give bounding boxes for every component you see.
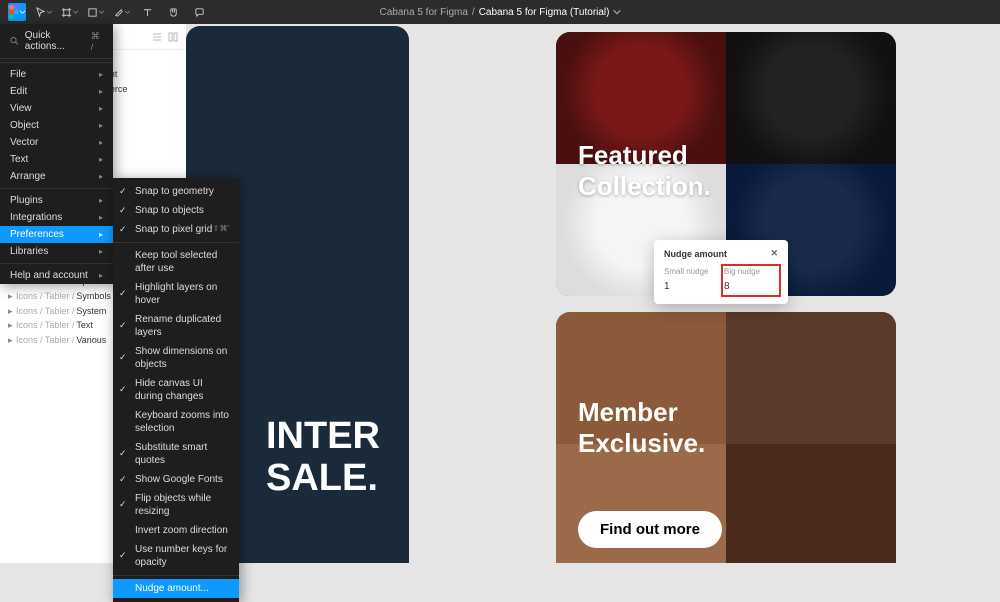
pref-show-dims[interactable]: ✓Show dimensions on objects — [113, 342, 239, 374]
big-nudge-field[interactable]: Big nudge 8 — [724, 267, 778, 294]
menu-quick-actions[interactable]: Quick actions... ⌘ / — [0, 24, 113, 59]
nudge-amount-popup: Nudge amount ✕ Small nudge 1 Big nudge 8 — [654, 240, 788, 304]
preferences-submenu: ✓Snap to geometry ✓Snap to objects ✓Snap… — [113, 178, 239, 602]
menu-item-preferences[interactable]: Preferences▸ — [0, 226, 113, 243]
featured-text: Featured Collection. — [578, 140, 711, 202]
pref-hide-canvas-ui[interactable]: ✓Hide canvas UI during changes — [113, 374, 239, 406]
menu-item-object[interactable]: Object▸ — [0, 117, 113, 134]
pref-highlight-hover[interactable]: ✓Highlight layers on hover — [113, 278, 239, 310]
figma-menu-icon[interactable] — [8, 3, 26, 21]
book-view-icon[interactable] — [168, 32, 178, 42]
big-nudge-value[interactable]: 8 — [724, 279, 778, 294]
list-view-icon[interactable] — [152, 32, 162, 42]
menu-item-view[interactable]: View▸ — [0, 100, 113, 117]
small-nudge-value[interactable]: 1 — [664, 279, 718, 294]
small-nudge-field[interactable]: Small nudge 1 — [664, 267, 718, 294]
quick-actions-shortcut: ⌘ / — [91, 31, 103, 52]
pref-rename-dup[interactable]: ✓Rename duplicated layers — [113, 310, 239, 342]
pref-snap-objects[interactable]: ✓Snap to objects — [113, 201, 239, 220]
pref-keyboard-zoom[interactable]: Keyboard zooms into selection — [113, 406, 239, 438]
breadcrumb-current: Cabana 5 for Figma (Tutorial) — [479, 7, 610, 18]
tool-group — [8, 3, 208, 21]
find-out-more-button[interactable]: Find out more — [578, 511, 722, 548]
menu-item-libraries[interactable]: Libraries▸ — [0, 243, 113, 260]
close-icon[interactable]: ✕ — [770, 248, 778, 259]
member-text: Member Exclusive. — [578, 397, 705, 459]
pref-number-opacity[interactable]: ✓Use number keys for opacity — [113, 540, 239, 572]
main-menu: Quick actions... ⌘ / File▸Edit▸View▸Obje… — [0, 24, 113, 284]
menu-item-arrange[interactable]: Arrange▸ — [0, 168, 113, 185]
menu-item-text[interactable]: Text▸ — [0, 151, 113, 168]
chevron-down-icon[interactable] — [613, 9, 620, 16]
move-tool-icon[interactable] — [34, 3, 52, 21]
big-nudge-label: Big nudge — [724, 267, 778, 276]
breadcrumb[interactable]: Cabana 5 for Figma / Cabana 5 for Figma … — [380, 7, 621, 18]
text-tool-icon[interactable] — [138, 3, 156, 21]
pref-smart-quotes[interactable]: ✓Substitute smart quotes — [113, 438, 239, 470]
frame-tool-icon[interactable] — [60, 3, 78, 21]
pref-invert-zoom[interactable]: Invert zoom direction — [113, 521, 239, 540]
pref-flip-resize[interactable]: ✓Flip objects while resizing — [113, 489, 239, 521]
breadcrumb-parent: Cabana 5 for Figma — [380, 7, 468, 18]
hero-text: INTER SALE. — [266, 416, 380, 500]
search-icon — [10, 36, 19, 46]
pen-tool-icon[interactable] — [112, 3, 130, 21]
shape-tool-icon[interactable] — [86, 3, 104, 21]
menu-item-integrations[interactable]: Integrations▸ — [0, 209, 113, 226]
pref-keep-tool[interactable]: Keep tool selected after use — [113, 246, 239, 278]
artboard-member[interactable]: Member Exclusive. Find out more — [556, 312, 896, 563]
pref-nudge-amount[interactable]: Nudge amount... — [113, 579, 239, 598]
pref-snap-pixel[interactable]: ✓Snap to pixel grid⇧⌘' — [113, 220, 239, 239]
menu-item-vector[interactable]: Vector▸ — [0, 134, 113, 151]
small-nudge-label: Small nudge — [664, 267, 718, 276]
shirt-black — [726, 32, 896, 164]
comment-tool-icon[interactable] — [190, 3, 208, 21]
popup-title: Nudge amount — [664, 249, 727, 259]
canvas[interactable]: INTER SALE. Featured Collection. Membe — [186, 24, 1000, 563]
menu-item-edit[interactable]: Edit▸ — [0, 83, 113, 100]
menu-item-file[interactable]: File▸ — [0, 66, 113, 83]
menu-item-plugins[interactable]: Plugins▸ — [0, 192, 113, 209]
toolbar: Cabana 5 for Figma / Cabana 5 for Figma … — [0, 0, 1000, 24]
pref-snap-geometry[interactable]: ✓Snap to geometry — [113, 182, 239, 201]
hand-tool-icon[interactable] — [164, 3, 182, 21]
menu-item-help-and-account[interactable]: Help and account▸ — [0, 267, 113, 284]
pref-google-fonts[interactable]: ✓Show Google Fonts — [113, 470, 239, 489]
